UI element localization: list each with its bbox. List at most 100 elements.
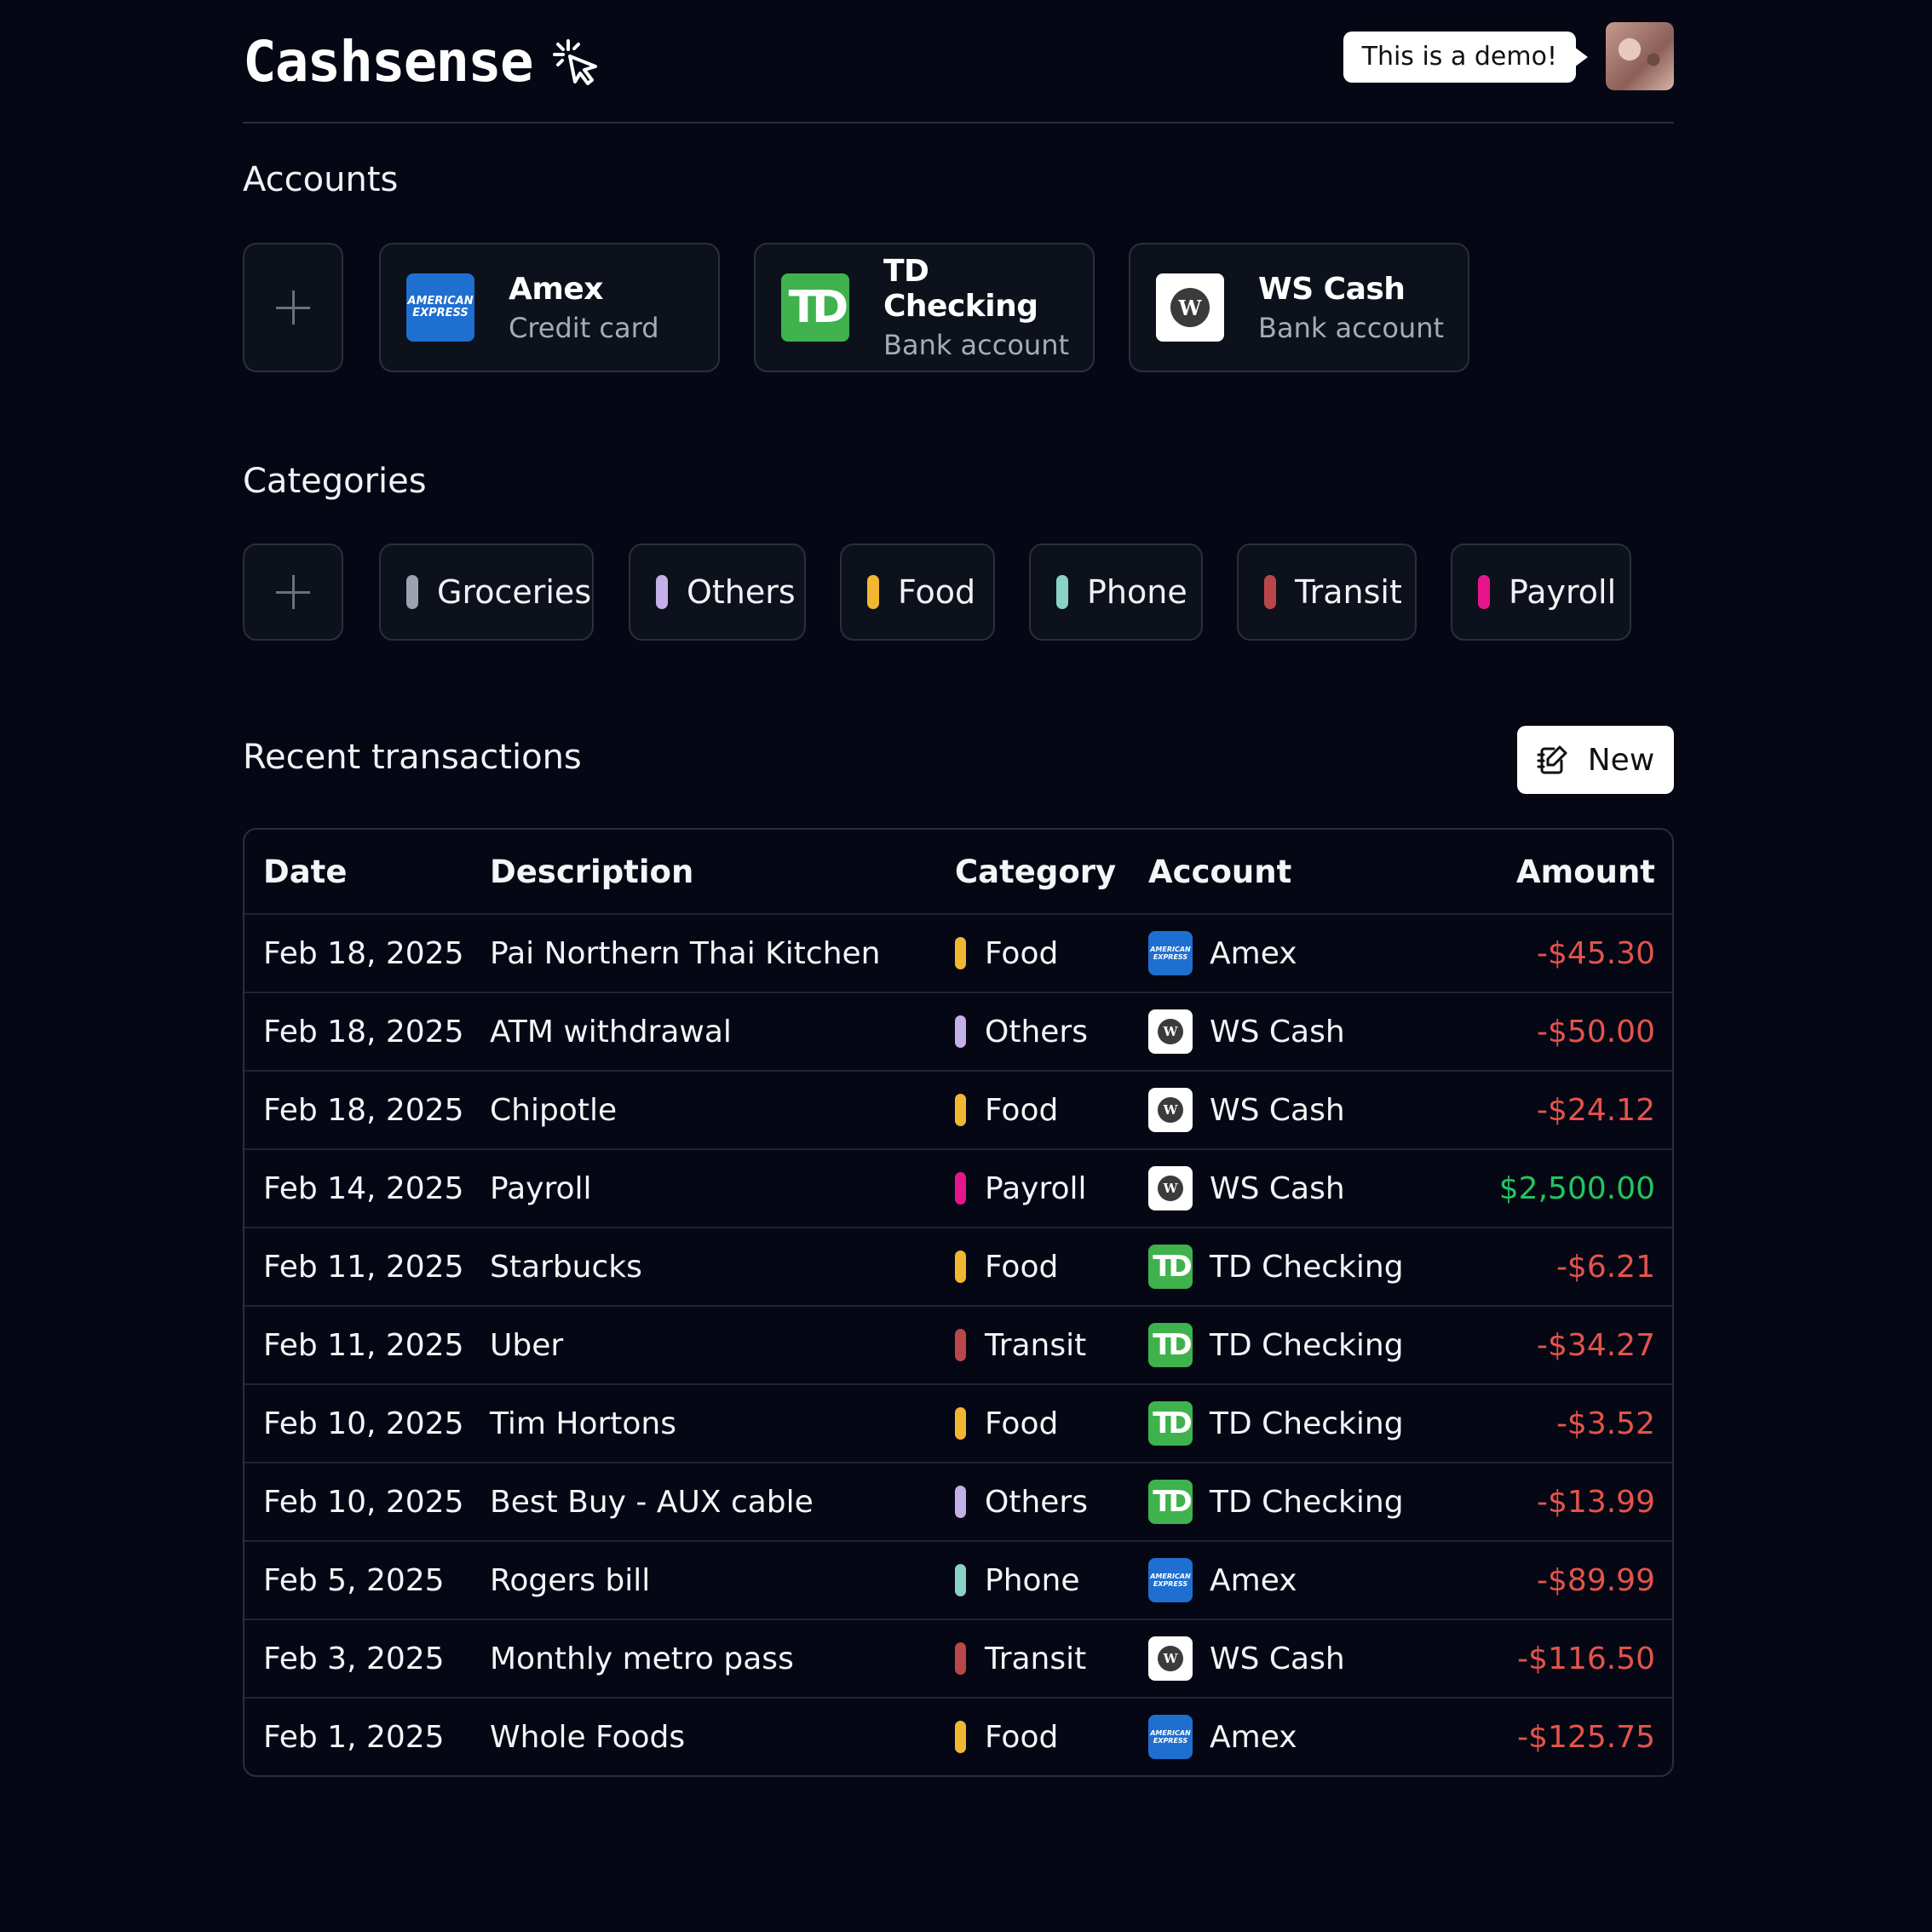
category-color-swatch — [955, 1015, 966, 1048]
cell-date: Feb 11, 2025 — [263, 1327, 464, 1363]
account-card-td-checking[interactable]: TD TD Checking Bank account — [754, 243, 1095, 372]
cursor-click-icon — [552, 38, 597, 85]
cell-description: Rogers bill — [490, 1562, 651, 1598]
cell-description: Starbucks — [490, 1249, 642, 1285]
cell-date: Feb 10, 2025 — [263, 1484, 464, 1520]
amex-logo-icon: AMERICAN EXPRESS — [406, 273, 474, 342]
table-row[interactable]: Feb 11, 2025 Uber Transit TD TD Checking -$34… — [244, 1305, 1672, 1383]
app-name: Cashsense — [243, 29, 534, 95]
category-chip-phone[interactable]: Phone — [1029, 543, 1203, 641]
app-logo[interactable]: Cashsense — [243, 29, 601, 95]
table-row[interactable]: Feb 10, 2025 Tim Hortons Food TD TD Checking… — [244, 1383, 1672, 1462]
cell-account: AMERICAN EXPRESS Amex — [1148, 1715, 1438, 1759]
transactions-heading: Recent transactions — [243, 738, 582, 777]
table-row[interactable]: Feb 14, 2025 Payroll Payroll W WS Cash $2,500… — [244, 1148, 1672, 1227]
table-row[interactable]: Feb 18, 2025 Pai Northern Thai Kitchen Foo… — [244, 913, 1672, 992]
category-color-swatch — [656, 575, 668, 609]
cell-amount: -$45.30 — [1537, 935, 1655, 971]
category-color-swatch — [955, 1486, 966, 1518]
amex-logo-icon: AMERICAN EXPRESS — [1148, 931, 1193, 975]
cell-account: TD TD Checking — [1148, 1480, 1438, 1524]
add-category-button[interactable] — [243, 543, 343, 641]
cell-description: Payroll — [490, 1170, 592, 1206]
account-card-amex[interactable]: AMERICAN EXPRESS Amex Credit card — [379, 243, 720, 372]
table-row[interactable]: Feb 18, 2025 ATM withdrawal Others W WS Cash… — [244, 992, 1672, 1070]
table-row[interactable]: Feb 3, 2025 Monthly metro pass Transit W WS … — [244, 1619, 1672, 1697]
user-avatar[interactable] — [1606, 22, 1674, 90]
cell-account: AMERICAN EXPRESS Amex — [1148, 931, 1438, 975]
cell-date: Feb 1, 2025 — [263, 1719, 445, 1755]
cell-category: Food — [955, 1720, 1148, 1755]
cell-account: W WS Cash — [1148, 1636, 1438, 1681]
plus-icon — [276, 290, 310, 325]
cell-date: Feb 5, 2025 — [263, 1562, 445, 1598]
cell-account: TD TD Checking — [1148, 1401, 1438, 1446]
cell-date: Feb 3, 2025 — [263, 1641, 445, 1676]
cell-amount: -$116.50 — [1517, 1641, 1655, 1676]
column-header-category[interactable]: Category — [955, 854, 1148, 890]
category-color-swatch — [955, 1329, 966, 1361]
column-header-account[interactable]: Account — [1148, 854, 1438, 890]
column-header-date[interactable]: Date — [244, 854, 490, 890]
account-name: WS Cash — [1258, 271, 1406, 307]
cell-amount: -$50.00 — [1537, 1014, 1655, 1049]
category-chip-others[interactable]: Others — [629, 543, 806, 641]
account-name: Amex — [509, 271, 604, 307]
category-color-swatch — [1264, 575, 1276, 609]
wealthsimple-logo-icon: W — [1148, 1088, 1193, 1132]
cell-category: Food — [955, 1093, 1148, 1128]
cell-amount: -$89.99 — [1537, 1562, 1655, 1598]
cell-category: Payroll — [955, 1171, 1148, 1206]
wealthsimple-logo-icon: W — [1148, 1166, 1193, 1210]
cell-account: TD TD Checking — [1148, 1323, 1438, 1367]
category-chip-groceries[interactable]: Groceries — [379, 543, 594, 641]
cell-category: Transit — [955, 1328, 1148, 1363]
cell-account: AMERICAN EXPRESS Amex — [1148, 1558, 1438, 1602]
cell-amount: -$125.75 — [1517, 1719, 1655, 1755]
new-transaction-button[interactable]: New — [1517, 726, 1674, 794]
table-row[interactable]: Feb 1, 2025 Whole Foods Food AMERICAN EXPRE… — [244, 1697, 1672, 1775]
cell-description: Pai Northern Thai Kitchen — [490, 935, 881, 971]
table-row[interactable]: Feb 18, 2025 Chipotle Food W WS Cash -$24.12 — [244, 1070, 1672, 1148]
column-header-description[interactable]: Description — [490, 854, 955, 890]
table-row[interactable]: Feb 5, 2025 Rogers bill Phone AMERICAN EXPR… — [244, 1540, 1672, 1619]
cell-amount: -$13.99 — [1537, 1484, 1655, 1520]
wealthsimple-logo-icon: W — [1148, 1636, 1193, 1681]
category-color-swatch — [1478, 575, 1490, 609]
account-name: TD Checking — [883, 254, 1038, 324]
table-body: Feb 18, 2025 Pai Northern Thai Kitchen Foo… — [244, 913, 1672, 1775]
app-container: Cashsense This is a demo! Accounts AMERI… — [243, 0, 1674, 1777]
demo-notice-tooltip: This is a demo! — [1343, 32, 1589, 83]
transactions-table: Date Description Category Account Amount… — [243, 828, 1674, 1777]
table-row[interactable]: Feb 10, 2025 Best Buy - AUX cable Others TD… — [244, 1462, 1672, 1540]
cell-date: Feb 10, 2025 — [263, 1406, 464, 1441]
table-header-row: Date Description Category Account Amount — [244, 830, 1672, 913]
cell-description: ATM withdrawal — [490, 1014, 732, 1049]
plus-icon — [276, 575, 310, 609]
cell-description: Uber — [490, 1327, 564, 1363]
cell-amount: -$24.12 — [1537, 1092, 1655, 1128]
column-header-amount[interactable]: Amount — [1438, 854, 1672, 890]
category-color-swatch — [867, 575, 879, 609]
cell-description: Tim Hortons — [490, 1406, 677, 1441]
cell-amount: $2,500.00 — [1498, 1170, 1655, 1206]
cell-amount: -$3.52 — [1555, 1406, 1655, 1441]
add-account-button[interactable] — [243, 243, 343, 372]
category-color-swatch — [1056, 575, 1068, 609]
cell-date: Feb 11, 2025 — [263, 1249, 464, 1285]
account-card-ws-cash[interactable]: W WS Cash Bank account — [1129, 243, 1469, 372]
amex-logo-icon: AMERICAN EXPRESS — [1148, 1715, 1193, 1759]
td-logo-icon: TD — [1148, 1401, 1193, 1446]
cell-description: Monthly metro pass — [490, 1641, 794, 1676]
category-chip-food[interactable]: Food — [840, 543, 995, 641]
cell-category: Others — [955, 1485, 1148, 1520]
category-color-swatch — [955, 1407, 966, 1440]
category-chip-transit[interactable]: Transit — [1237, 543, 1417, 641]
cell-category: Food — [955, 936, 1148, 971]
table-row[interactable]: Feb 11, 2025 Starbucks Food TD TD Checking -$… — [244, 1227, 1672, 1305]
cell-category: Food — [955, 1406, 1148, 1441]
cell-description: Chipotle — [490, 1092, 618, 1128]
category-color-swatch — [955, 937, 966, 969]
category-chip-payroll[interactable]: Payroll — [1451, 543, 1631, 641]
wealthsimple-logo-icon: W — [1148, 1009, 1193, 1054]
